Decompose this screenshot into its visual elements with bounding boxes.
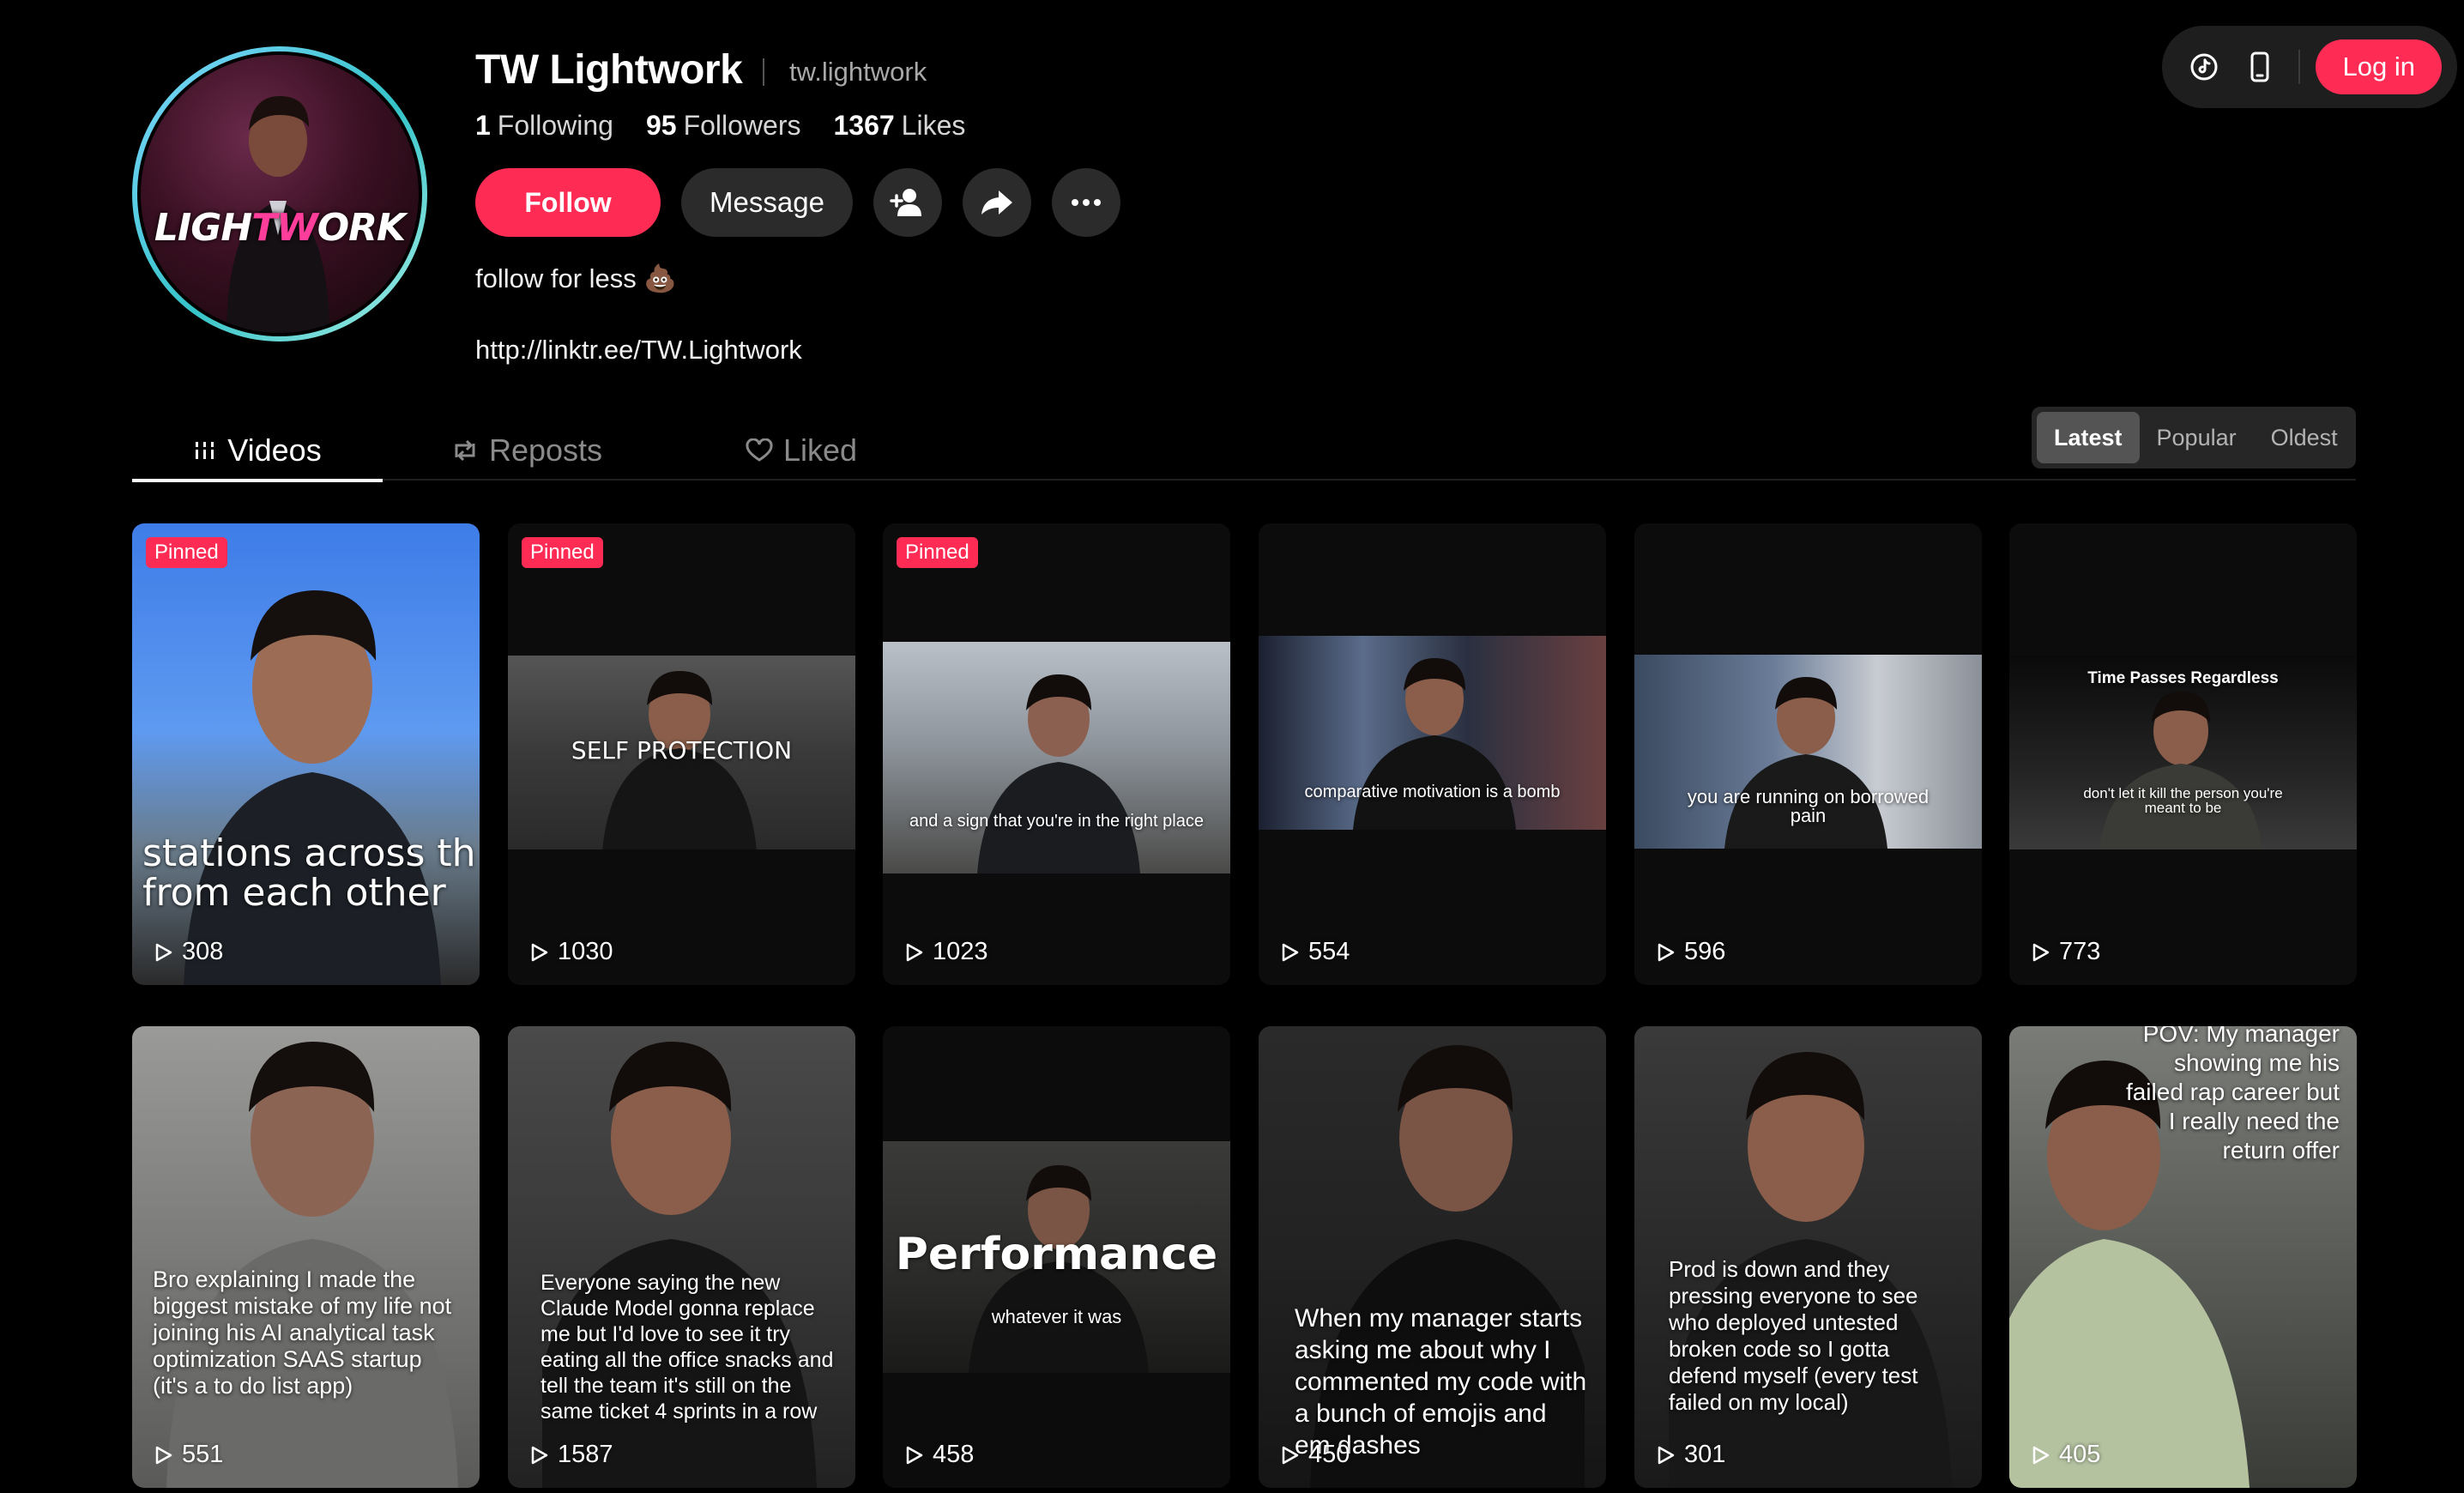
add-user-icon bbox=[890, 189, 921, 216]
video-caption: comparative motivation is a bomb bbox=[1304, 783, 1561, 801]
view-count: 458 bbox=[905, 1441, 974, 1469]
following-stat[interactable]: 1 Following bbox=[475, 110, 613, 142]
avatar[interactable]: LIGHTWORK bbox=[132, 46, 427, 342]
tab-videos[interactable]: Videos bbox=[132, 420, 383, 482]
video-card[interactable]: Pinned and a sign that you're in the rig… bbox=[883, 523, 1230, 985]
view-count: 554 bbox=[1281, 938, 1350, 966]
play-icon bbox=[155, 943, 172, 961]
followers-stat[interactable]: 95 Followers bbox=[646, 110, 801, 142]
view-count: 1587 bbox=[530, 1441, 613, 1469]
video-card[interactable]: Everyone saying the new Claude Model gon… bbox=[508, 1026, 855, 1488]
video-caption: POV: My manager showing me his failed ra… bbox=[2125, 1026, 2340, 1164]
more-options-button[interactable] bbox=[1052, 168, 1120, 237]
top-actions-bar: Log in bbox=[2162, 26, 2457, 108]
pinned-badge: Pinned bbox=[522, 537, 603, 568]
active-tab-indicator bbox=[132, 479, 383, 482]
tab-liked[interactable]: Liked bbox=[698, 420, 904, 481]
mobile-device-icon[interactable] bbox=[2237, 43, 2284, 91]
play-icon bbox=[906, 943, 923, 961]
video-title-overlay: Performance bbox=[895, 1229, 1218, 1280]
message-button[interactable]: Message bbox=[681, 168, 853, 237]
divider bbox=[2298, 50, 2301, 84]
video-card[interactable]: Bro explaining I made the biggest mistak… bbox=[132, 1026, 480, 1488]
sort-oldest[interactable]: Oldest bbox=[2254, 412, 2355, 463]
video-card[interactable]: Pinned SELF PROTECTION 1030 bbox=[508, 523, 855, 985]
profile-handle: tw.lightwork bbox=[789, 57, 927, 87]
avatar-logo-text: LIGHTWORK bbox=[154, 206, 406, 250]
play-icon bbox=[906, 1446, 923, 1464]
sort-segmented-control: Latest Popular Oldest bbox=[2032, 407, 2356, 468]
video-title-overlay: Time Passes Regardless bbox=[2087, 669, 2279, 687]
profile-tabs: Videos Reposts Liked bbox=[132, 415, 2356, 482]
play-icon bbox=[1282, 1446, 1299, 1464]
video-card[interactable]: comparative motivation is a bomb 554 bbox=[1259, 523, 1606, 985]
view-count: 551 bbox=[154, 1441, 223, 1469]
video-caption: whatever it was bbox=[991, 1306, 1122, 1327]
video-thumbnail bbox=[132, 1026, 480, 1488]
video-card[interactable]: Time Passes Regardless don't let it kill… bbox=[2009, 523, 2357, 985]
video-card[interactable]: you are running on borrowed pain 596 bbox=[1634, 523, 1982, 985]
play-icon bbox=[2032, 943, 2050, 961]
play-icon bbox=[1282, 943, 1299, 961]
tab-reposts[interactable]: Reposts bbox=[424, 420, 630, 481]
view-count: 1030 bbox=[530, 938, 613, 966]
avatar-image: LIGHTWORK bbox=[137, 51, 422, 336]
video-card[interactable]: POV: My manager showing me his failed ra… bbox=[2009, 1026, 2357, 1488]
likes-stat: 1367 Likes bbox=[833, 110, 966, 141]
view-count: 450 bbox=[1281, 1441, 1350, 1469]
video-card[interactable]: Pinned stations across th from each othe… bbox=[132, 523, 480, 985]
view-count: 301 bbox=[1657, 1441, 1725, 1469]
video-caption: Everyone saying the new Claude Model gon… bbox=[541, 1271, 834, 1423]
play-icon bbox=[1658, 1446, 1675, 1464]
play-icon bbox=[531, 1446, 548, 1464]
profile-actions: Follow Message bbox=[475, 168, 1141, 237]
video-card[interactable]: Performance whatever it was 458 bbox=[883, 1026, 1230, 1488]
profile-name: TW Lightwork bbox=[475, 47, 743, 93]
share-arrow-icon bbox=[981, 190, 1012, 215]
view-count: 308 bbox=[154, 938, 223, 966]
video-card[interactable]: Prod is down and they pressing everyone … bbox=[1634, 1026, 1982, 1488]
share-button[interactable] bbox=[963, 168, 1031, 237]
video-thumbnail bbox=[883, 642, 1230, 873]
play-icon bbox=[531, 943, 548, 961]
profile-link[interactable]: http://linktr.ee/TW.Lightwork bbox=[475, 335, 802, 366]
add-friend-button[interactable] bbox=[873, 168, 942, 237]
video-caption: don't let it kill the person you're mean… bbox=[2083, 785, 2283, 816]
sort-popular[interactable]: Popular bbox=[2140, 412, 2254, 463]
more-dots-icon bbox=[1072, 199, 1101, 206]
pinned-badge: Pinned bbox=[146, 537, 227, 568]
tiktok-logo-icon[interactable] bbox=[2181, 43, 2228, 91]
pinned-badge: Pinned bbox=[897, 537, 978, 568]
video-caption: When my manager starts asking me about w… bbox=[1295, 1304, 1587, 1460]
repost-icon bbox=[451, 438, 479, 462]
follow-button[interactable]: Follow bbox=[475, 168, 661, 237]
sort-latest[interactable]: Latest bbox=[2037, 412, 2140, 463]
profile-bio: follow for less 💩 bbox=[475, 263, 677, 293]
profile-stats: 1 Following 95 Followers 1367 Likes bbox=[475, 110, 998, 142]
play-icon bbox=[2032, 1446, 2050, 1464]
play-icon bbox=[1658, 943, 1675, 961]
video-caption: Bro explaining I made the biggest mistak… bbox=[153, 1266, 452, 1399]
view-count: 773 bbox=[2032, 938, 2100, 966]
view-count: 596 bbox=[1657, 938, 1725, 966]
video-thumbnail bbox=[132, 523, 480, 985]
video-caption: SELF PROTECTION bbox=[571, 736, 793, 765]
video-caption: you are running on borrowed pain bbox=[1687, 786, 1930, 826]
view-count: 1023 bbox=[905, 938, 988, 966]
video-caption: Prod is down and they pressing everyone … bbox=[1669, 1256, 1918, 1415]
video-caption: and a sign that you're in the right plac… bbox=[909, 812, 1204, 831]
play-icon bbox=[155, 1446, 172, 1464]
video-card[interactable]: When my manager starts asking me about w… bbox=[1259, 1026, 1606, 1488]
heart-lock-icon bbox=[746, 438, 773, 462]
divider bbox=[763, 58, 764, 86]
video-caption: stations across th from each other bbox=[142, 831, 476, 915]
view-count: 405 bbox=[2032, 1441, 2100, 1469]
login-button[interactable]: Log in bbox=[2316, 39, 2443, 94]
videos-grid-icon bbox=[193, 438, 217, 462]
